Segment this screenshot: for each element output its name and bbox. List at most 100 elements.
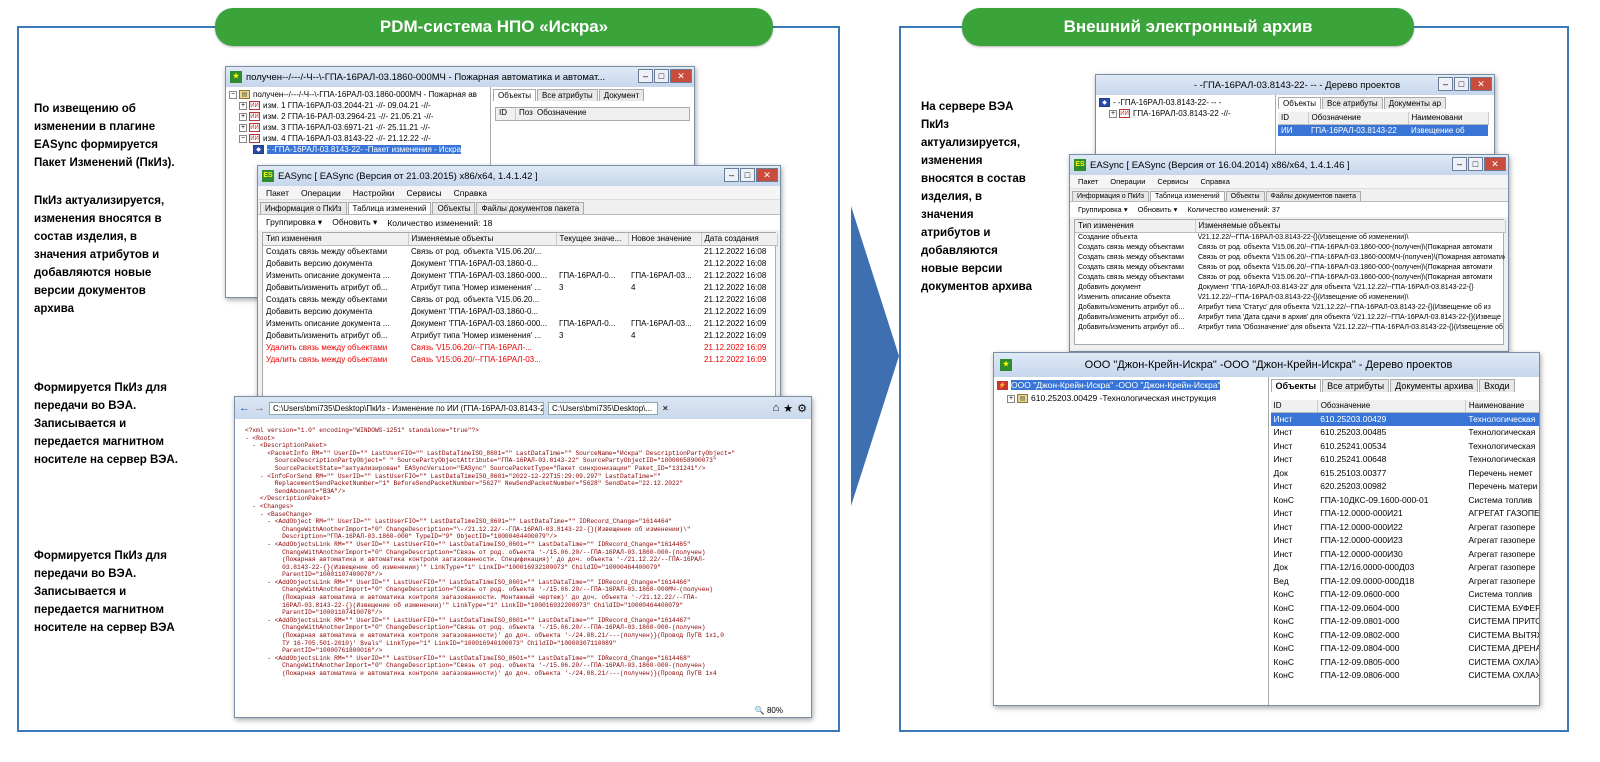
minimize-button[interactable]: – <box>1438 77 1453 91</box>
tab-archive-docs[interactable]: Документы ар <box>1383 97 1447 109</box>
refresh-button[interactable]: Обновить ▾ <box>332 217 377 228</box>
menu-operations[interactable]: Операции <box>301 188 341 198</box>
close-button[interactable]: ✕ <box>1484 157 1506 171</box>
back-icon[interactable]: ← <box>239 402 250 414</box>
table-row[interactable]: Док 615.25103.00377 Перечень немет <box>1271 466 1540 480</box>
tree-root[interactable]: ◆ - -ГПА-16РАЛ-03.8143-22- -- - <box>1099 97 1272 108</box>
tab-files[interactable]: Файлы документов пакета <box>476 202 585 214</box>
column-header[interactable]: Изменяемые объекты <box>408 233 557 246</box>
menu-settings[interactable]: Настройки <box>353 188 395 198</box>
column-header[interactable]: Обозначение <box>1317 400 1466 413</box>
column-header[interactable]: ID <box>1270 400 1318 413</box>
table-row[interactable]: Добавить версию документа Документ 'ГПА-1… <box>263 305 777 317</box>
tree-item[interactable]: + ▤ 610.25203.00429 -Технологическая инстр… <box>997 392 1265 403</box>
table-row[interactable]: Добавить/изменить атрибут об... Атрибут т… <box>263 281 777 293</box>
tab-changes[interactable]: Таблица изменений <box>1149 191 1225 201</box>
tree-item[interactable]: + ИИ ГПА-16РАЛ-03.8143-22 -//- <box>1099 108 1272 119</box>
tree-item[interactable]: + ИИ изм. 1 ГПА-16РАЛ-03.2044-21 -//- 09.0… <box>229 100 487 111</box>
menu-services[interactable]: Сервисы <box>1157 177 1188 186</box>
col-designation[interactable]: Обозначение <box>534 108 586 120</box>
tab-info[interactable]: Информация о ПкИз <box>1072 191 1149 201</box>
column-header[interactable]: Дата создания <box>701 233 778 246</box>
table-row[interactable]: КонС ГПА-12-09.0802-000 СИСТЕМА ВЫТЯЖ <box>1271 628 1540 642</box>
column-header[interactable]: Изменяемые объекты <box>1195 220 1506 233</box>
tab-documents[interactable]: Документ <box>598 89 645 101</box>
menu-packet[interactable]: Пакет <box>1078 177 1098 186</box>
menu-help[interactable]: Справка <box>1200 177 1229 186</box>
tree-item[interactable]: + ИИ изм. 3 ГПА-16РАЛ-03.6971-21 -//- 25.1… <box>229 122 487 133</box>
table-row[interactable]: Добавить документ Документ 'ГПА-16РАЛ-03.… <box>1075 282 1505 292</box>
tab-incoming[interactable]: Входи <box>1479 379 1515 392</box>
table-row[interactable]: Инст 610.25241.00534 Технологическая <box>1271 439 1540 453</box>
table-row[interactable]: Инст ГПА-12.0000-000И23 Агрегат газопере <box>1271 534 1540 548</box>
table-row[interactable]: Создать связь между объектами Связь от ро… <box>263 293 777 305</box>
tab-all-attributes[interactable]: Все атрибуты <box>1322 379 1390 392</box>
tree-item-selected[interactable]: ◆ - -ГПА-16РАЛ-03.8143-22- -Пакет изменен… <box>229 144 487 155</box>
table-row[interactable]: Инст 610.25203.00429 Технологическая <box>1270 412 1539 426</box>
table-row[interactable]: ИИ ГПА-16РАЛ-03.8143-22 Извещение об <box>1278 124 1488 136</box>
column-header[interactable]: Новое значение <box>628 233 702 246</box>
column-header[interactable]: Тип изменения <box>1075 220 1196 233</box>
col-pos[interactable]: Поз <box>516 108 534 120</box>
table-row[interactable]: Изменить описание документа ... Документ … <box>263 269 777 281</box>
table-row[interactable]: Создать связь между объектами Связь от ро… <box>1075 262 1505 272</box>
table-row[interactable]: Добавить/изменить атрибут об... Атрибут т… <box>263 329 777 341</box>
col-name[interactable]: Наименовани <box>1408 112 1489 125</box>
table-row[interactable]: Создание объекта \/21.12.22/--ГПА-16РАЛ-0… <box>1075 232 1505 242</box>
close-button[interactable]: ✕ <box>1470 77 1492 91</box>
favorites-icon[interactable]: ★ <box>783 402 793 415</box>
table-row[interactable]: Добавить/изменить атрибут об... Атрибут т… <box>1075 302 1505 312</box>
table-row[interactable]: КонС ГПА-12-09.0805-000 СИСТЕМА ОХЛАЖ <box>1271 655 1540 669</box>
tree-root[interactable]: − ▤ получен--/---/-Ч--\-ГПА-16РАЛ-03.1860-… <box>229 89 487 100</box>
table-row[interactable]: Изменить описание объекта \/21.12.22/--ГП… <box>1075 292 1505 302</box>
home-icon[interactable]: ⌂ <box>773 402 780 414</box>
tab-changes[interactable]: Таблица изменений <box>347 202 432 214</box>
maximize-button[interactable]: □ <box>1454 77 1469 91</box>
easync-left-titlebar[interactable]: ES EASync [ EASync (Версия от 21.03.2015)… <box>258 166 780 186</box>
pdm-tree-titlebar[interactable]: ★ получен--/---/-Ч--\-ГПА-16РАЛ-03.1860-0… <box>226 67 694 87</box>
table-row[interactable]: КонС ГПА-12-09.0600-000 Система топлив <box>1271 588 1540 602</box>
expand-icon[interactable]: + <box>1007 394 1015 403</box>
zoom-indicator[interactable]: 🔍 80% <box>755 706 783 715</box>
browser-tab[interactable]: C:\Users\bmi735\Desktop\... <box>548 401 658 415</box>
table-row[interactable]: Создать связь между объектами Связь от ро… <box>1075 252 1505 262</box>
tab-close-icon[interactable]: ✕ <box>662 404 669 413</box>
tab-objects[interactable]: Объекты <box>493 89 536 101</box>
col-id[interactable]: ID <box>496 108 516 120</box>
table-row[interactable]: Инст ГПА-12.0000-000И22 Агрегат газопере <box>1271 520 1540 534</box>
tab-all-attributes[interactable]: Все атрибуты <box>537 89 598 101</box>
tab-objects[interactable]: Объекты <box>1270 379 1322 392</box>
forward-icon[interactable]: → <box>254 402 265 414</box>
column-header[interactable]: Наименование <box>1465 400 1539 413</box>
tab-objects[interactable]: Объекты <box>1225 191 1265 201</box>
tab-all-attributes[interactable]: Все атрибуты <box>1322 97 1383 109</box>
table-row[interactable]: Док ГПА-12/16.0000-000Д03 Агрегат газопере <box>1271 561 1540 575</box>
table-row[interactable]: Инст ГПА-12.0000-000И21 АГРЕГАТ ГАЗОПЕ <box>1271 507 1540 521</box>
minimize-button[interactable]: – <box>724 168 739 182</box>
vea-project-titlebar[interactable]: - -ГПА-16РАЛ-03.8143-22- -- - Дерево про… <box>1096 75 1494 95</box>
tree-root[interactable]: ⚡ ООО "Джон-Крейн-Искра" -ООО "Джон-Крейн… <box>997 379 1265 392</box>
table-row[interactable]: Создать связь между объектами Связь от ро… <box>1075 242 1505 252</box>
refresh-button[interactable]: Обновить ▾ <box>1138 205 1178 214</box>
table-row[interactable]: Инст 610.25203.00485 Технологическая <box>1271 426 1540 440</box>
tab-info[interactable]: Информация о ПкИз <box>260 202 347 214</box>
table-row[interactable]: Инст 620.25203.00982 Перечень матери <box>1271 480 1540 494</box>
table-row[interactable]: Добавить/изменить атрибут об... Атрибут т… <box>1075 312 1505 322</box>
table-row[interactable]: Создать связь между объектами Связь от ро… <box>1075 272 1505 282</box>
tree-item[interactable]: + ИИ изм. 2 ГПА-16-РАЛ-03.2964-21 -//- 21.… <box>229 111 487 122</box>
table-row[interactable]: КонС ГПА-10ДКС-09.1600-000-01 Система топл… <box>1271 493 1540 507</box>
tab-objects[interactable]: Объекты <box>1278 97 1321 109</box>
table-row[interactable]: КонС ГПА-12-09.0801-000 СИСТЕМА ПРИТО <box>1271 615 1540 629</box>
table-row[interactable]: Добавить версию документа Документ 'ГПА-1… <box>263 257 777 269</box>
tree-item[interactable]: − ИИ изм. 4 ГПА-16РАЛ-03.8143-22 -//- 21.1… <box>229 133 487 144</box>
tab-objects[interactable]: Объекты <box>432 202 476 214</box>
table-row[interactable]: Инст 610.25241.00648 Технологическая <box>1271 453 1540 467</box>
table-row[interactable]: Удалить связь между объектами Связь '\/15… <box>263 353 777 365</box>
tab-archive-docs[interactable]: Документы архива <box>1390 379 1479 392</box>
menu-packet[interactable]: Пакет <box>266 188 289 198</box>
minimize-button[interactable]: – <box>638 69 653 83</box>
table-row[interactable]: КонС ГПА-12-09.0806-000 СИСТЕМА ОХЛАЖ <box>1271 669 1540 683</box>
maximize-button[interactable]: □ <box>740 168 755 182</box>
table-row[interactable]: Удалить связь между объектами Связь '\/15… <box>263 341 777 353</box>
column-header[interactable]: Тип изменения <box>263 233 409 246</box>
